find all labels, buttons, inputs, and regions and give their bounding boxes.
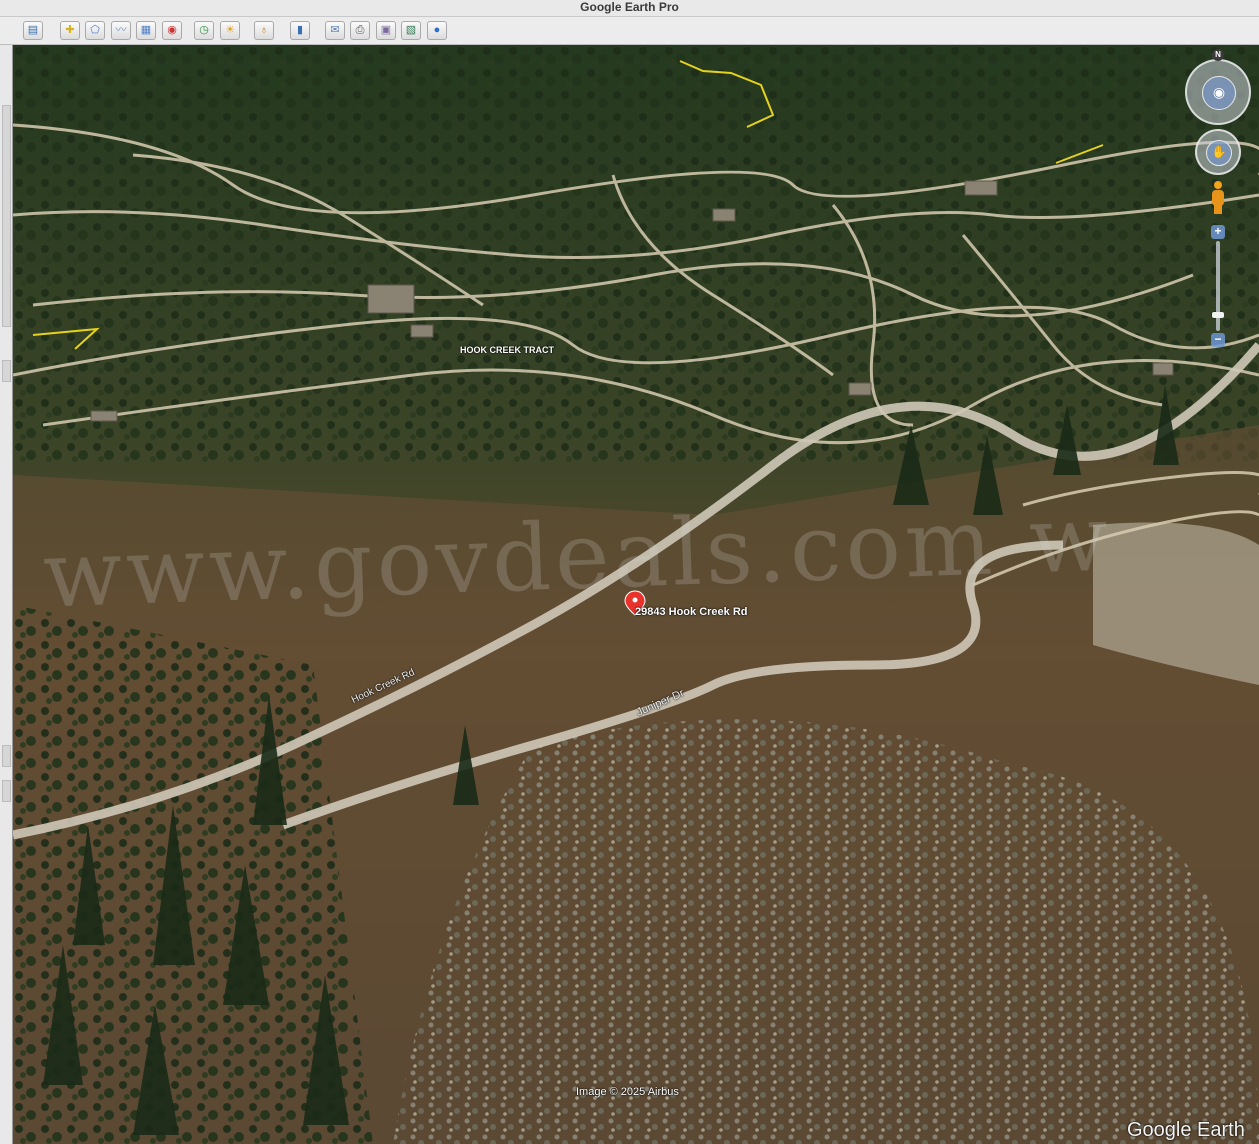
look-joystick[interactable]: ◉ xyxy=(1185,59,1251,125)
sidebar-collapsed-strip[interactable] xyxy=(0,45,13,1144)
record-tour-button[interactable]: ◉ xyxy=(162,21,182,40)
window-titlebar: Google Earth Pro xyxy=(0,0,1259,17)
sidebar-toggle-button[interactable]: ▤ xyxy=(23,21,43,40)
envelope-icon: ✉ xyxy=(330,24,340,36)
pegman-icon[interactable] xyxy=(1210,181,1226,215)
image-overlay-icon: ▦ xyxy=(140,24,152,36)
add-polygon-button[interactable]: ⬠ xyxy=(85,21,105,40)
polygon-icon: ⬠ xyxy=(90,24,100,36)
zoom-slider-thumb[interactable] xyxy=(1212,312,1224,318)
north-indicator[interactable]: N xyxy=(1212,49,1224,61)
move-joystick[interactable]: ✋ xyxy=(1195,129,1241,175)
sidebar-panel-handle[interactable] xyxy=(2,745,11,767)
sidebar-panel-handle[interactable] xyxy=(2,780,11,802)
sunlight-button[interactable]: ☀ xyxy=(220,21,240,40)
sidebar-panel-handle[interactable] xyxy=(2,360,11,382)
save-image-icon: ▣ xyxy=(380,24,392,36)
sidebar-icon: ▤ xyxy=(27,24,39,36)
add-path-button[interactable]: 〰 xyxy=(111,21,131,40)
earth-gallery-button[interactable]: ● xyxy=(427,21,447,40)
sun-icon: ☀ xyxy=(225,24,235,36)
planet-icon: ♁ xyxy=(259,24,269,36)
print-button[interactable]: ⎙ xyxy=(350,21,370,40)
navigation-controls: ◉ N ✋ + − xyxy=(1183,49,1259,349)
save-image-button[interactable]: ▣ xyxy=(376,21,396,40)
ruler-icon: ▮ xyxy=(296,24,304,36)
add-placemark-button[interactable]: ✚ xyxy=(60,21,80,40)
view-in-maps-button[interactable]: ▧ xyxy=(401,21,421,40)
imagery-attribution: Image © 2025 Airbus xyxy=(576,1086,679,1098)
hand-icon: ✋ xyxy=(1206,140,1232,166)
zoom-out-button[interactable]: − xyxy=(1211,333,1225,347)
printer-icon: ⎙ xyxy=(355,24,365,36)
path-icon: 〰 xyxy=(115,24,127,36)
switch-planet-button[interactable]: ♁ xyxy=(254,21,274,40)
ruler-button[interactable]: ▮ xyxy=(290,21,310,40)
placemark-label[interactable]: 29843 Hook Creek Rd xyxy=(635,606,748,618)
tract-label: HOOK CREEK TRACT xyxy=(460,345,554,355)
zoom-in-button[interactable]: + xyxy=(1211,225,1225,239)
google-earth-logo: Google Earth xyxy=(1127,1119,1245,1141)
sidebar-panel-handle[interactable] xyxy=(2,105,11,327)
historical-imagery-button[interactable]: ◷ xyxy=(194,21,214,40)
globe-icon: ● xyxy=(433,24,441,36)
window-title: Google Earth Pro xyxy=(580,0,679,14)
record-tour-icon: ◉ xyxy=(167,24,177,36)
toolbar: ▤ ✚ ⬠ 〰 ▦ ◉ ◷ ☀ ♁ ▮ ✉ ⎙ ▣ ▧ ● xyxy=(0,17,1259,45)
eye-icon: ◉ xyxy=(1202,76,1236,110)
map-icon: ▧ xyxy=(405,24,417,36)
clock-icon: ◷ xyxy=(199,24,209,36)
map-viewport[interactable]: www.govdeals.com w HOOK CREEK TRACT 2984… xyxy=(13,45,1259,1144)
add-image-overlay-button[interactable]: ▦ xyxy=(136,21,156,40)
email-button[interactable]: ✉ xyxy=(325,21,345,40)
placemark-icon: ✚ xyxy=(65,24,75,36)
